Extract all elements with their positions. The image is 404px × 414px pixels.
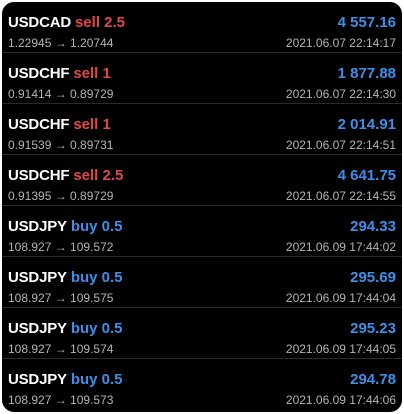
trade-time: 2021.06.09 17:44:06 xyxy=(285,393,396,407)
trade-prices: 0.91414 → 0.89729 xyxy=(8,87,114,101)
trade-list: USDCAD sell 2.5 4 557.16 1.22945 → 1.207… xyxy=(2,2,402,410)
trade-prices: 108.927 → 109.572 xyxy=(8,240,114,254)
trade-action: buy 0.5 xyxy=(70,268,123,286)
trade-row-header: USDJPY buy 0.5 295.69 xyxy=(8,268,396,286)
trade-action: sell 2.5 xyxy=(73,166,124,184)
trade-symbol: USDJPY xyxy=(8,268,67,286)
trade-time: 2021.06.07 22:14:30 xyxy=(285,87,396,101)
trade-row-details: 0.91395 → 0.89729 2021.06.07 22:14:55 xyxy=(8,189,396,203)
trade-history-panel: USDCAD sell 2.5 4 557.16 1.22945 → 1.207… xyxy=(2,2,402,412)
trade-time: 2021.06.07 22:14:51 xyxy=(285,138,396,152)
trade-action: sell 1 xyxy=(73,115,111,133)
trade-row-details: 108.927 → 109.575 2021.06.09 17:44:04 xyxy=(8,291,396,305)
trade-row-details: 108.927 → 109.574 2021.06.09 17:44:05 xyxy=(8,342,396,356)
trade-symbol: USDCHF xyxy=(8,64,70,82)
trade-row[interactable]: USDJPY buy 0.5 295.69 108.927 → 109.575 … xyxy=(2,257,402,308)
trade-row[interactable]: USDCHF sell 1 1 877.88 0.91414 → 0.89729… xyxy=(2,53,402,104)
trade-time: 2021.06.07 22:14:17 xyxy=(285,36,396,50)
trade-symbol: USDJPY xyxy=(8,217,67,235)
trade-row-details: 1.22945 → 1.20744 2021.06.07 22:14:17 xyxy=(8,36,396,50)
trade-row-header: USDCHF sell 2.5 4 641.75 xyxy=(8,166,396,184)
trade-prices: 108.927 → 109.574 xyxy=(8,342,114,356)
trade-row-details: 108.927 → 109.572 2021.06.09 17:44:02 xyxy=(8,240,396,254)
trade-action: sell 1 xyxy=(73,64,111,82)
trade-symbol: USDCHF xyxy=(8,115,70,133)
trade-prices: 1.22945 → 1.20744 xyxy=(8,36,114,50)
trade-profit: 295.69 xyxy=(350,268,396,286)
trade-action: sell 2.5 xyxy=(74,13,126,31)
trade-row[interactable]: USDCHF sell 1 2 014.91 0.91539 → 0.89731… xyxy=(2,104,402,155)
trade-profit: 4 641.75 xyxy=(337,166,396,184)
trade-symbol: USDJPY xyxy=(8,319,67,337)
trade-row-details: 0.91414 → 0.89729 2021.06.07 22:14:30 xyxy=(8,87,396,101)
trade-time: 2021.06.09 17:44:04 xyxy=(285,291,396,305)
trade-time: 2021.06.07 22:14:55 xyxy=(285,189,396,203)
trade-profit: 4 557.16 xyxy=(337,13,396,31)
trade-row[interactable]: USDJPY buy 0.5 295.23 108.927 → 109.574 … xyxy=(2,308,402,359)
trade-prices: 0.91539 → 0.89731 xyxy=(8,138,114,152)
trade-row-header: USDJPY buy 0.5 294.78 xyxy=(8,370,396,388)
trade-symbol: USDCHF xyxy=(8,166,70,184)
trade-row-details: 0.91539 → 0.89731 2021.06.07 22:14:51 xyxy=(8,138,396,152)
trade-prices: 108.927 → 109.573 xyxy=(8,393,114,407)
trade-row[interactable]: USDCHF sell 2.5 4 641.75 0.91395 → 0.897… xyxy=(2,155,402,206)
trade-row-header: USDJPY buy 0.5 294.33 xyxy=(8,217,396,235)
trade-row-details: 108.927 → 109.573 2021.06.09 17:44:06 xyxy=(8,393,396,407)
trade-action: buy 0.5 xyxy=(70,370,123,388)
trade-row-header: USDCHF sell 1 2 014.91 xyxy=(8,115,396,133)
trade-profit: 294.33 xyxy=(350,217,396,235)
trade-row[interactable]: USDJPY buy 0.5 294.78 108.927 → 109.573 … xyxy=(2,359,402,410)
trade-prices: 0.91395 → 0.89729 xyxy=(8,189,114,203)
trade-row-header: USDCHF sell 1 1 877.88 xyxy=(8,64,396,82)
trade-time: 2021.06.09 17:44:02 xyxy=(285,240,396,254)
trade-profit: 1 877.88 xyxy=(337,64,396,82)
trade-row[interactable]: USDJPY buy 0.5 294.33 108.927 → 109.572 … xyxy=(2,206,402,257)
trade-row-header: USDJPY buy 0.5 295.23 xyxy=(8,319,396,337)
trade-prices: 108.927 → 109.575 xyxy=(8,291,114,305)
trade-symbol: USDJPY xyxy=(8,370,67,388)
trade-row-header: USDCAD sell 2.5 4 557.16 xyxy=(8,13,396,31)
trade-action: buy 0.5 xyxy=(70,217,123,235)
trade-profit: 295.23 xyxy=(350,319,396,337)
trade-action: buy 0.5 xyxy=(70,319,123,337)
trade-profit: 2 014.91 xyxy=(337,115,396,133)
trade-time: 2021.06.09 17:44:05 xyxy=(285,342,396,356)
trade-symbol: USDCAD xyxy=(8,13,71,31)
trade-profit: 294.78 xyxy=(350,370,396,388)
trade-row[interactable]: USDCAD sell 2.5 4 557.16 1.22945 → 1.207… xyxy=(2,2,402,53)
